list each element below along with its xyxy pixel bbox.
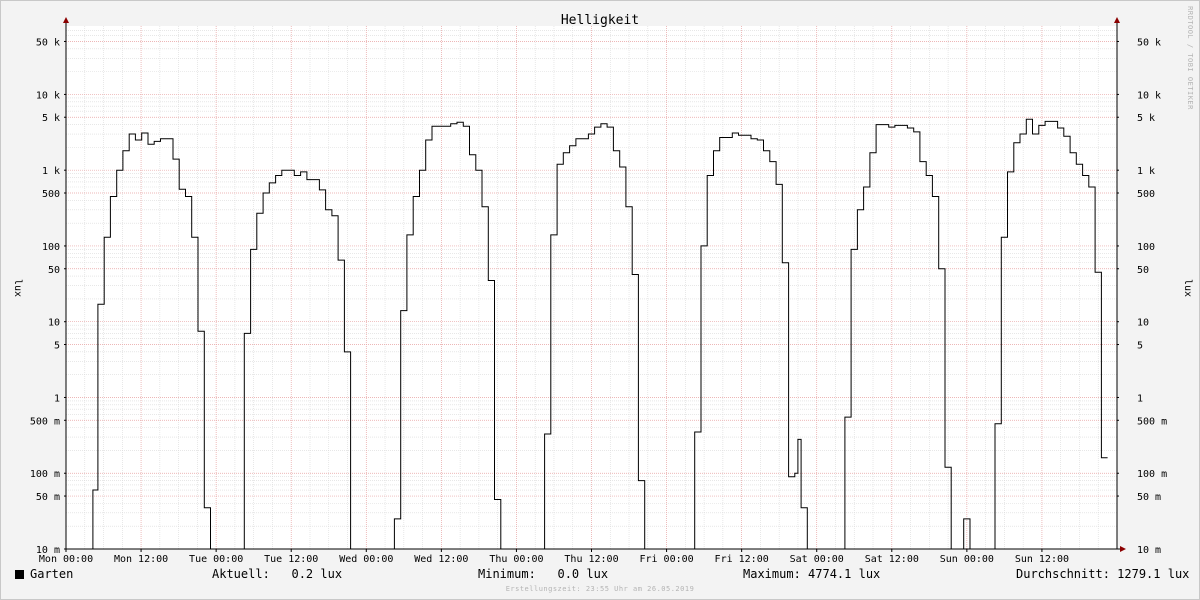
x-tick-label: Sun 12:00 xyxy=(1015,554,1069,565)
y-tick-label: 50 k xyxy=(36,37,60,48)
y-tick-label-right: 10 xyxy=(1137,318,1149,329)
y-tick-label-right: 10 k xyxy=(1137,90,1161,101)
side-credit: RRDTOOL / TOBI OETIKER xyxy=(1186,6,1194,110)
chart-title: Helligkeit xyxy=(561,13,639,28)
y-tick-label: 5 k xyxy=(42,113,60,124)
legend-row: Garten Aktuell: 0.2 lux Minimum: 0.0 lux… xyxy=(0,567,1200,583)
y-tick-label-right: 1 k xyxy=(1137,166,1155,177)
x-tick-label: Thu 00:00 xyxy=(489,554,543,565)
x-tick-label: Tue 12:00 xyxy=(264,554,318,565)
x-tick-label: Mon 00:00 xyxy=(39,554,93,565)
y-tick-label: 1 k xyxy=(42,166,60,177)
y-tick-label: 1 xyxy=(54,393,60,404)
y-tick-label-right: 500 xyxy=(1137,189,1155,200)
stat-average: Durchschnitt: 1279.1 lux xyxy=(1016,567,1190,581)
y-tick-label: 5 xyxy=(54,341,60,352)
x-tick-label: Mon 12:00 xyxy=(114,554,168,565)
grid-layer xyxy=(65,26,1117,550)
y-tick-label: 10 k xyxy=(36,90,60,101)
y-tick-label: 50 xyxy=(48,265,60,276)
y-tick-label-right: 5 xyxy=(1137,341,1143,352)
y-tick-label-right: 50 k xyxy=(1137,37,1161,48)
y-tick-label-right: 500 m xyxy=(1137,416,1167,427)
x-tick-label: Tue 00:00 xyxy=(189,554,243,565)
footer-timestamp: Erstellungszeit: 23:55 Uhr am 26.05.2019 xyxy=(505,585,695,593)
y-tick-label-right: 100 xyxy=(1137,242,1155,253)
y-tick-label-right: 10 m xyxy=(1137,545,1161,556)
y-tick-label: 500 m xyxy=(30,416,60,427)
y-tick-label-right: 50 xyxy=(1137,265,1149,276)
y-tick-label: 10 xyxy=(48,318,60,329)
y-tick-label: 100 xyxy=(42,242,60,253)
y-tick-label: 50 m xyxy=(36,492,60,503)
y-tick-label: 500 xyxy=(42,189,60,200)
chart-svg: Helligkeit lux lux RRDTOOL / TOBI OETIKE… xyxy=(12,6,1194,565)
x-tick-label: Wed 12:00 xyxy=(414,554,468,565)
legend-label: Garten xyxy=(30,567,74,581)
x-tick-label: Fri 00:00 xyxy=(639,554,693,565)
y-axis-arrow-left xyxy=(63,17,69,23)
stat-maximum: Maximum: 4774.1 lux xyxy=(743,567,881,581)
y-tick-label-right: 1 xyxy=(1137,393,1143,404)
x-tick-label: Sat 12:00 xyxy=(865,554,919,565)
stat-minimum: Minimum: 0.0 lux xyxy=(478,567,609,581)
x-tick-label: Fri 12:00 xyxy=(715,554,769,565)
x-tick-label: Sun 00:00 xyxy=(940,554,994,565)
x-tick-label: Sat 00:00 xyxy=(790,554,844,565)
y-axis-label-right: lux xyxy=(1182,279,1193,297)
y-axis-arrow-right xyxy=(1114,17,1120,23)
legend-swatch xyxy=(15,570,24,579)
y-axis-label-left: lux xyxy=(12,279,23,297)
x-tick-label: Thu 12:00 xyxy=(564,554,618,565)
x-axis-arrow xyxy=(1120,546,1126,552)
x-tick-label: Wed 00:00 xyxy=(339,554,393,565)
y-tick-label-right: 5 k xyxy=(1137,113,1155,124)
y-tick-label: 100 m xyxy=(30,469,60,480)
y-tick-label-right: 100 m xyxy=(1137,469,1167,480)
stat-current: Aktuell: 0.2 lux xyxy=(212,567,343,581)
y-tick-label-right: 50 m xyxy=(1137,492,1161,503)
